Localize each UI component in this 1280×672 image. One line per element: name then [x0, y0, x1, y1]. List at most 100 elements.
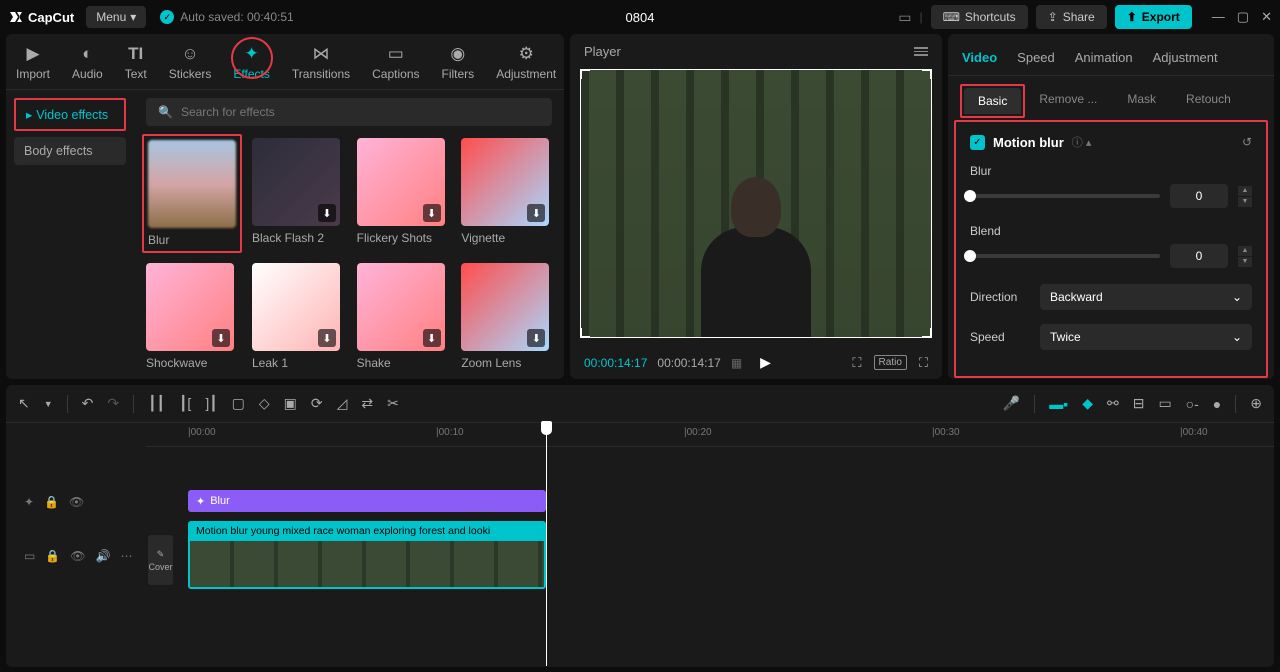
track-settings-icon[interactable]: ●: [1213, 396, 1221, 412]
effect-shockwave[interactable]: ⬇Shockwave: [146, 263, 238, 370]
close-button[interactable]: ✕: [1261, 9, 1272, 25]
download-icon[interactable]: ⬇: [527, 329, 545, 347]
insp-tab-speed[interactable]: Speed: [1017, 44, 1055, 75]
link-tool[interactable]: ◆: [1082, 395, 1093, 412]
mirror-tool[interactable]: ◿: [337, 395, 348, 412]
ratio-button[interactable]: Ratio: [874, 355, 907, 370]
menu-button[interactable]: Menu▾: [86, 6, 146, 28]
lock-icon[interactable]: 🔒: [45, 549, 60, 563]
video-clip[interactable]: Motion blur young mixed race woman explo…: [188, 521, 546, 589]
eye-icon[interactable]: 👁: [69, 495, 84, 509]
insp-tab-animation[interactable]: Animation: [1075, 44, 1133, 75]
effect-vignette[interactable]: ⬇Vignette: [461, 138, 552, 249]
align-icon[interactable]: ⊟: [1133, 395, 1145, 412]
download-icon[interactable]: ⬇: [423, 329, 441, 347]
trim-right-tool[interactable]: ]┃: [205, 395, 217, 412]
check-icon: ✓: [160, 10, 174, 24]
fullscreen-icon[interactable]: ⛶: [919, 355, 928, 371]
motion-blur-checkbox[interactable]: ✓: [970, 135, 985, 150]
chain-icon[interactable]: ⚯: [1107, 395, 1119, 412]
lock-icon[interactable]: 🔒: [44, 495, 59, 509]
shortcuts-button[interactable]: ⌨Shortcuts: [931, 5, 1028, 29]
blend-step-down[interactable]: ▼: [1238, 257, 1252, 267]
tab-transitions[interactable]: ⋈Transitions: [292, 40, 350, 89]
freeze-tool[interactable]: ✂: [387, 395, 399, 412]
effect-shake[interactable]: ⬇Shake: [357, 263, 448, 370]
inspector-subtabs: Basic Remove ... Mask Retouch: [948, 76, 1274, 116]
direction-select[interactable]: Backward⌄: [1040, 284, 1252, 310]
download-icon[interactable]: ⬇: [212, 329, 230, 347]
more-icon[interactable]: ⋯: [120, 549, 132, 563]
player-viewport[interactable]: [580, 69, 932, 338]
cursor-tool[interactable]: ↖: [18, 395, 30, 412]
speed-tool[interactable]: ⟳: [311, 395, 323, 412]
blur-step-down[interactable]: ▼: [1238, 197, 1252, 207]
play-button[interactable]: ▶: [760, 354, 771, 371]
maximize-button[interactable]: ▢: [1237, 9, 1249, 25]
star-icon[interactable]: ✦: [24, 495, 34, 509]
undo-button[interactable]: ↶: [82, 395, 94, 412]
effect-black-flash[interactable]: ⬇Black Flash 2: [252, 138, 343, 249]
tab-text[interactable]: TIText: [125, 40, 147, 89]
reverse-tool[interactable]: ⇄: [361, 395, 373, 412]
share-button[interactable]: ⇪Share: [1036, 5, 1107, 29]
insp-tab-adjustment[interactable]: Adjustment: [1153, 44, 1218, 75]
tab-audio[interactable]: ◐Audio: [72, 40, 103, 89]
player-menu-icon[interactable]: [914, 47, 928, 56]
reset-icon[interactable]: ↺: [1242, 135, 1252, 149]
blend-step-up[interactable]: ▲: [1238, 246, 1252, 256]
effect-clip[interactable]: ✦Blur: [188, 490, 546, 512]
preview-icon[interactable]: ▭: [1158, 395, 1171, 412]
blur-step-up[interactable]: ▲: [1238, 186, 1252, 196]
marker-tool[interactable]: ◇: [259, 395, 270, 412]
video-track-icon[interactable]: ▭: [24, 549, 35, 563]
captions-icon: ▭: [388, 44, 404, 64]
download-icon[interactable]: ⬇: [318, 204, 336, 222]
trim-left-tool[interactable]: ┃[: [179, 395, 191, 412]
blur-slider[interactable]: [970, 194, 1160, 198]
export-button[interactable]: ⬆Export: [1115, 5, 1192, 29]
info-icon[interactable]: ⓘ ▴: [1072, 134, 1092, 150]
speed-select[interactable]: Twice⌄: [1040, 324, 1252, 350]
delete-tool[interactable]: ▢: [232, 395, 245, 412]
effect-flickery[interactable]: ⬇Flickery Shots: [357, 138, 448, 249]
crop-tool[interactable]: ▣: [284, 395, 297, 412]
minimize-button[interactable]: ―: [1212, 9, 1225, 25]
scan-icon[interactable]: ⛶: [852, 355, 861, 371]
effect-zoom-lens[interactable]: ⬇Zoom Lens: [461, 263, 552, 370]
mute-icon[interactable]: 🔊: [96, 549, 111, 563]
tab-filters[interactable]: ◉Filters: [442, 40, 475, 89]
download-icon[interactable]: ⬇: [527, 204, 545, 222]
zoom-out-icon[interactable]: ○-: [1186, 396, 1199, 412]
tab-adjustment[interactable]: ⚙Adjustment: [496, 40, 556, 89]
sidebar-item-body-effects[interactable]: Body effects: [14, 137, 126, 165]
blend-value-input[interactable]: [1170, 244, 1228, 268]
eye-icon[interactable]: 👁: [70, 549, 85, 563]
subtab-retouch[interactable]: Retouch: [1172, 86, 1245, 116]
layout-icon[interactable]: ▭: [898, 9, 911, 26]
split-tool[interactable]: ┃┃: [148, 395, 165, 412]
sidebar-item-video-effects[interactable]: ▸Video effects: [14, 98, 126, 131]
tab-captions[interactable]: ▭Captions: [372, 40, 419, 89]
download-icon[interactable]: ⬇: [423, 204, 441, 222]
tab-import[interactable]: ▶Import: [16, 40, 50, 89]
blur-value-input[interactable]: [1170, 184, 1228, 208]
chevron-down-icon[interactable]: ▼: [44, 399, 53, 409]
zoom-fit-icon[interactable]: ⊕: [1250, 395, 1262, 412]
subtab-basic[interactable]: Basic: [964, 88, 1021, 114]
mic-icon[interactable]: 🎤: [1003, 395, 1020, 412]
magnet-tool[interactable]: ▬▪: [1049, 396, 1068, 412]
effect-leak[interactable]: ⬇Leak 1: [252, 263, 343, 370]
download-icon[interactable]: ⬇: [318, 329, 336, 347]
subtab-remove[interactable]: Remove ...: [1025, 86, 1111, 116]
tab-stickers[interactable]: ☺Stickers: [169, 40, 212, 89]
timeline-ruler[interactable]: |00:00 |00:10 |00:20 |00:30 |00:40: [146, 423, 1274, 447]
redo-button[interactable]: ↷: [107, 395, 119, 412]
insp-tab-video[interactable]: Video: [962, 44, 997, 75]
effect-blur[interactable]: Blur: [146, 138, 238, 249]
subtab-mask[interactable]: Mask: [1113, 86, 1170, 116]
grid-icon[interactable]: ▦: [731, 356, 742, 370]
tab-effects[interactable]: ✦Effects: [233, 40, 269, 89]
search-input[interactable]: 🔍Search for effects: [146, 98, 552, 126]
blend-slider[interactable]: [970, 254, 1160, 258]
